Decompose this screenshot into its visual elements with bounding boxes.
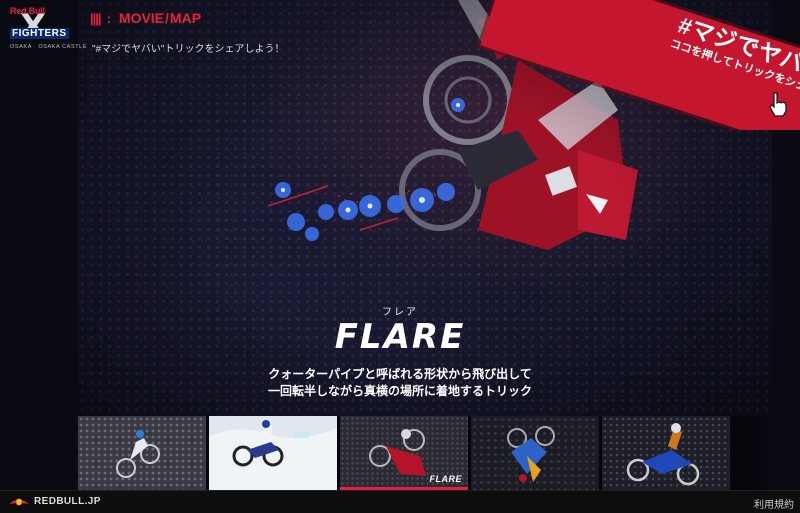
thumbnail-1[interactable] <box>78 416 206 490</box>
section-header: |||| : MOVIE / MAP <box>90 8 201 28</box>
trick-reading: フレア <box>382 307 418 318</box>
thumbnail-scroll-right[interactable] <box>752 416 772 490</box>
terms-link[interactable]: 利用規約 <box>754 496 794 511</box>
logo-brand: Red Bull <box>10 6 45 16</box>
thumbnail-image <box>602 416 730 490</box>
trick-description-line: 一回転半しながら真横の場所に着地するトリック <box>267 384 532 398</box>
nav-movie[interactable]: MOVIE <box>119 10 164 26</box>
thumbnail-3[interactable]: FLARE <box>340 416 468 490</box>
trick-description-line: クォーターパイプと呼ばれる形状から飛び出して <box>268 367 532 381</box>
trick-name: FLARE <box>334 317 466 357</box>
thumbnail-label: FLARE <box>429 474 462 484</box>
bars-icon: |||| <box>90 10 102 26</box>
hand-pointer-icon <box>769 92 787 117</box>
thumbnail-image <box>78 416 206 490</box>
thumbnail-image <box>471 416 599 490</box>
footer-site-link[interactable]: REDBULL.JP <box>34 496 101 507</box>
thumbnail-5[interactable] <box>602 416 730 490</box>
share-badge[interactable]: #マジでヤバい ココを押してトリックをシェア！ <box>450 0 800 130</box>
separator-icon: : <box>106 10 111 26</box>
redbull-xfighters-logo[interactable]: X Red Bull FIGHTERS OSAKA · OSAKA CASTLE <box>6 4 87 60</box>
redbull-icon <box>9 498 29 506</box>
trick-description: クォーターパイプと呼ばれる形状から飛び出して 一回転半しながら真横の場所に着地す… <box>0 366 800 400</box>
footer: REDBULL.JP 利用規約 <box>0 490 800 513</box>
left-rail <box>0 0 78 490</box>
header-subtitle: "#マジでヤバい"トリックをシェアしよう！ <box>92 44 285 55</box>
logo-location: OSAKA · OSAKA CASTLE <box>10 44 88 50</box>
logo-event: FIGHTERS <box>10 28 69 39</box>
nav-map[interactable]: MAP <box>170 10 201 26</box>
thumbnail-2[interactable] <box>209 416 337 490</box>
thumbnail-image <box>209 416 337 490</box>
nav-separator: / <box>165 10 169 26</box>
thumbnail-strip: FLARE <box>78 416 772 490</box>
thumbnail-4[interactable] <box>471 416 599 490</box>
